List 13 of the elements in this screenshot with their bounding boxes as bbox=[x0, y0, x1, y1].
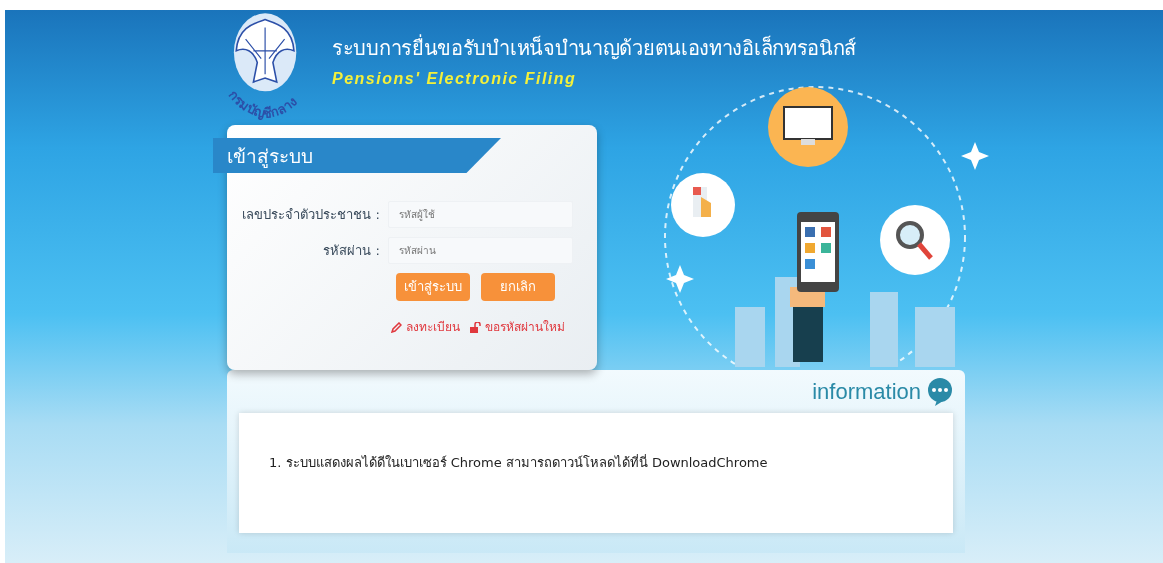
input-field[interactable]: รหัสผู้ใช้ bbox=[388, 201, 573, 228]
login-button[interactable]: เข้าสู่ระบบ bbox=[396, 273, 470, 301]
cancel-button[interactable]: ยกเลิก bbox=[481, 273, 555, 301]
field-label: รหัสผ่าน : bbox=[322, 241, 380, 260]
reset-password-link[interactable]: ขอรหัสผ่านใหม่ bbox=[485, 318, 565, 336]
register-link[interactable]: ลงทะเบียน bbox=[406, 318, 460, 336]
field-label: เลขประจำตัวประชาชน : bbox=[241, 205, 380, 224]
information-heading: information bbox=[812, 378, 921, 406]
input-field[interactable]: รหัสผ่าน bbox=[388, 237, 573, 264]
site-title: ระบบการยื่นขอรับบำเหน็จบำนาญด้วยตนเองทางอิเล็กทรอนิกส์ bbox=[332, 33, 857, 62]
information-text: 1. ระบบแสดงผลได้ดีในเบาเซอร์ Chrome สามารถดาวน์โหลดได้ที่นี่ DownloadChrome bbox=[269, 453, 769, 472]
login-heading: เข้าสู่ระบบ bbox=[213, 138, 501, 173]
site-subtitle: Pensions' Electronic Filing bbox=[332, 69, 578, 89]
